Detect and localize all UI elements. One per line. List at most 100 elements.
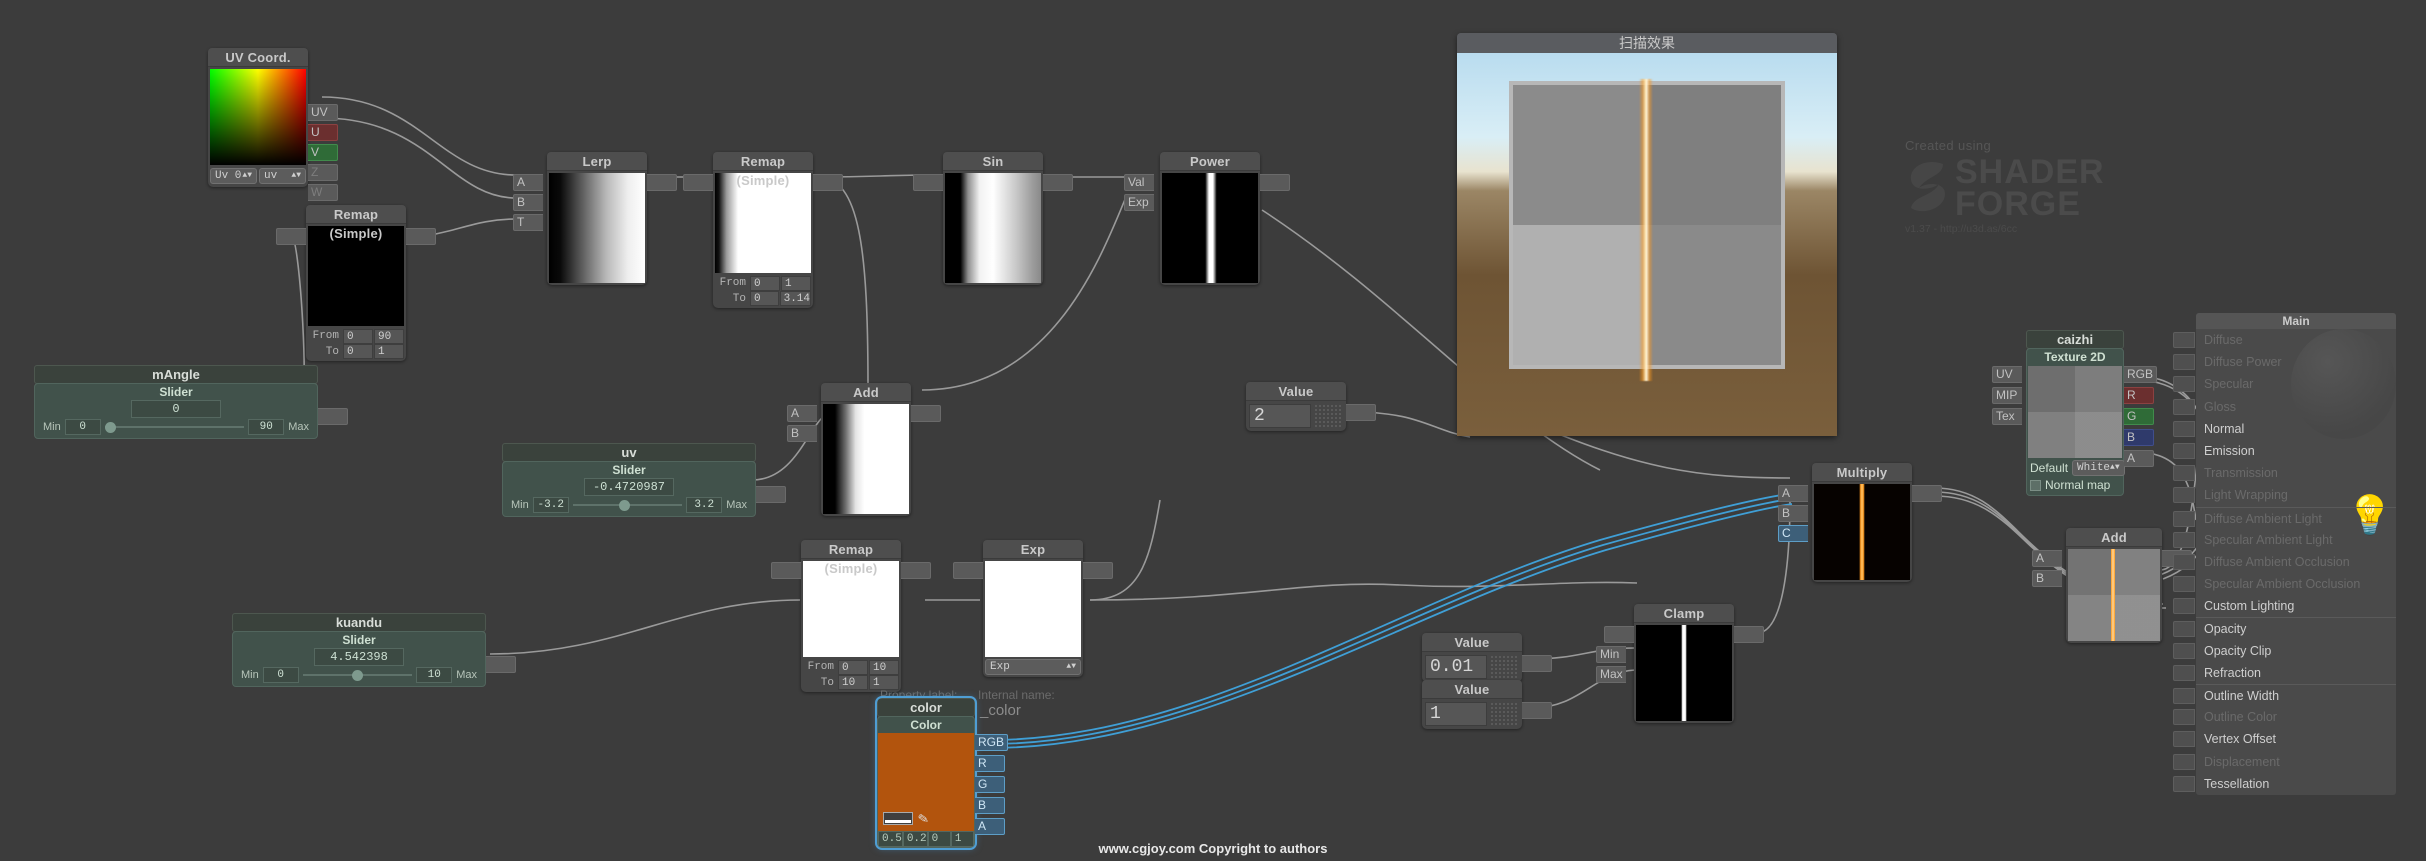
node-value-2[interactable]: Value 2 . — [1246, 382, 1376, 431]
resize-grip[interactable] — [1314, 404, 1342, 428]
min-input[interactable]: 0 — [64, 419, 101, 435]
value-input[interactable]: 1 — [1425, 702, 1487, 726]
port-in-b[interactable]: B — [2032, 570, 2062, 587]
main-node-socket[interactable] — [2173, 709, 2195, 726]
main-node-row[interactable]: Opacity — [2173, 617, 2396, 639]
to-min-input[interactable]: 0 — [750, 291, 779, 306]
max-input[interactable]: 3.2 — [686, 497, 723, 513]
port-out[interactable]: . — [911, 405, 941, 422]
port-out[interactable]: . — [901, 562, 931, 579]
main-node-socket[interactable] — [2173, 642, 2195, 659]
main-node-row[interactable]: Outline Width — [2173, 684, 2396, 706]
port-out-r[interactable]: R — [975, 755, 1005, 772]
node-lerp[interactable]: Lerp A B T . — [513, 152, 677, 285]
port-in-value[interactable]: . — [913, 174, 943, 191]
node-multiply[interactable]: Multiply A B C . — [1778, 463, 1942, 582]
port-in-mip[interactable]: MIP — [1992, 387, 2022, 404]
normal-map-checkbox-row[interactable]: Normal map — [2027, 477, 2123, 495]
port-out[interactable]: . — [1043, 174, 1073, 191]
to-min-input[interactable]: 10 — [838, 675, 868, 690]
uv-set-dropdown[interactable]: Uv 0 ▲▼ — [210, 168, 257, 184]
main-node-row[interactable]: Transmission — [2173, 462, 2396, 484]
main-node-socket[interactable] — [2173, 576, 2195, 593]
slider-track[interactable] — [104, 419, 245, 435]
main-node-row[interactable]: Vertex Offset — [2173, 728, 2396, 750]
main-node-socket[interactable] — [2173, 731, 2195, 748]
port-out[interactable]: . — [1522, 702, 1552, 719]
from-min-input[interactable]: 0 — [750, 275, 780, 291]
color-swatch[interactable]: ✎ — [878, 733, 974, 831]
node-value-min[interactable]: Value 0.01 . — [1422, 633, 1552, 682]
resize-grip[interactable] — [1490, 702, 1518, 726]
max-input[interactable]: 90 — [248, 419, 285, 435]
port-out-g[interactable]: G — [975, 776, 1005, 793]
main-node-row[interactable]: Specular Ambient Occlusion — [2173, 573, 2396, 595]
main-node-socket[interactable] — [2173, 465, 2195, 482]
port-out[interactable]: . — [813, 174, 843, 191]
main-node-socket[interactable] — [2173, 420, 2195, 437]
port-out-rgb[interactable]: RGB — [2124, 366, 2158, 383]
port-in-b[interactable]: B — [1778, 505, 1808, 522]
main-node-row[interactable]: Emission — [2173, 440, 2396, 462]
main-node-row[interactable]: Diffuse Ambient Light — [2173, 506, 2396, 529]
value-input[interactable]: 2 — [1249, 404, 1311, 428]
port-out[interactable]: . — [1912, 485, 1942, 502]
from-max-input[interactable]: 90 — [374, 328, 404, 344]
main-node-row[interactable]: Specular — [2173, 373, 2396, 395]
port-out-a[interactable]: A — [2124, 450, 2154, 467]
preview-viewport[interactable] — [1457, 53, 1837, 436]
to-max-input[interactable]: 1 — [374, 344, 404, 359]
main-node-socket[interactable] — [2173, 354, 2195, 371]
port-in-value[interactable]: . — [276, 228, 306, 245]
port-out[interactable]: . — [1260, 174, 1290, 191]
node-power[interactable]: Power Val Exp . — [1124, 152, 1290, 285]
min-input[interactable]: 0 — [262, 667, 299, 683]
to-max-input[interactable]: 3.14 — [779, 291, 811, 306]
resize-grip[interactable] — [1490, 655, 1518, 679]
node-remap-simple-pi[interactable]: Remap (Simple) From 0 1 To 0 3.14 . . — [683, 152, 843, 308]
port-in-a[interactable]: A — [1778, 485, 1808, 502]
port-in-tex[interactable]: Tex — [1992, 408, 2022, 425]
main-node-socket[interactable] — [2173, 621, 2195, 638]
main-node-socket[interactable] — [2173, 487, 2195, 504]
slider-knob[interactable] — [104, 422, 116, 433]
port-out[interactable]: . — [1522, 655, 1552, 672]
main-node-row[interactable]: Specular Ambient Light — [2173, 529, 2396, 551]
preview-window[interactable]: 扫描效果 — [1457, 33, 1837, 436]
node-property-mangle[interactable]: mAngle Slider 0 Min 0 90 Max . — [34, 365, 348, 439]
port-in-b[interactable]: B — [513, 194, 543, 211]
port-out-u[interactable]: U — [308, 124, 338, 141]
node-add-right[interactable]: Add A B . — [2032, 528, 2192, 643]
main-node-row[interactable]: Diffuse Power — [2173, 351, 2396, 373]
port-in-b[interactable]: B — [787, 425, 817, 442]
port-in-value[interactable]: . — [953, 562, 983, 579]
slider-track[interactable] — [302, 667, 413, 683]
port-out-rgb[interactable]: RGB — [975, 734, 1009, 751]
max-input[interactable]: 10 — [416, 667, 453, 683]
port-out-a[interactable]: A — [975, 818, 1005, 835]
port-out-uv[interactable]: UV — [308, 104, 338, 121]
main-node-row[interactable]: Custom Lighting — [2173, 595, 2396, 617]
main-node-socket[interactable] — [2173, 553, 2195, 570]
node-sin[interactable]: Sin . . — [913, 152, 1073, 285]
from-max-input[interactable]: 10 — [869, 659, 899, 675]
main-node-socket[interactable] — [2173, 688, 2195, 704]
main-node-row[interactable]: Tessellation — [2173, 773, 2396, 795]
main-node-socket[interactable] — [2173, 442, 2195, 459]
main-node-socket[interactable] — [2173, 531, 2195, 548]
main-node-socket[interactable] — [2173, 510, 2195, 527]
node-main-output[interactable]: Main 💡 Diffuse Diffuse Power Specular Gloss… — [2173, 313, 2396, 795]
main-node-row[interactable]: Refraction — [2173, 662, 2396, 684]
uv-channel-dropdown[interactable]: uv ▲▼ — [259, 168, 306, 184]
port-out[interactable]: . — [1734, 626, 1764, 643]
port-out-b[interactable]: B — [2124, 429, 2154, 446]
node-property-color[interactable]: color Color ✎ 0.5 0.2 0 1 RGB R G B A — [875, 696, 1009, 850]
slider-value-input[interactable]: -0.4720987 — [584, 478, 674, 496]
node-uv-coord[interactable]: UV Coord. Uv 0 ▲▼ uv ▲▼ UV U V Z W — [208, 48, 338, 201]
port-in-t[interactable]: T — [513, 214, 543, 231]
port-out[interactable]: . — [1083, 562, 1113, 579]
main-node-socket[interactable] — [2173, 664, 2195, 681]
main-node-row[interactable]: Gloss — [2173, 396, 2396, 418]
port-out[interactable]: . — [647, 174, 677, 191]
port-in-min[interactable]: Min — [1596, 646, 1626, 663]
